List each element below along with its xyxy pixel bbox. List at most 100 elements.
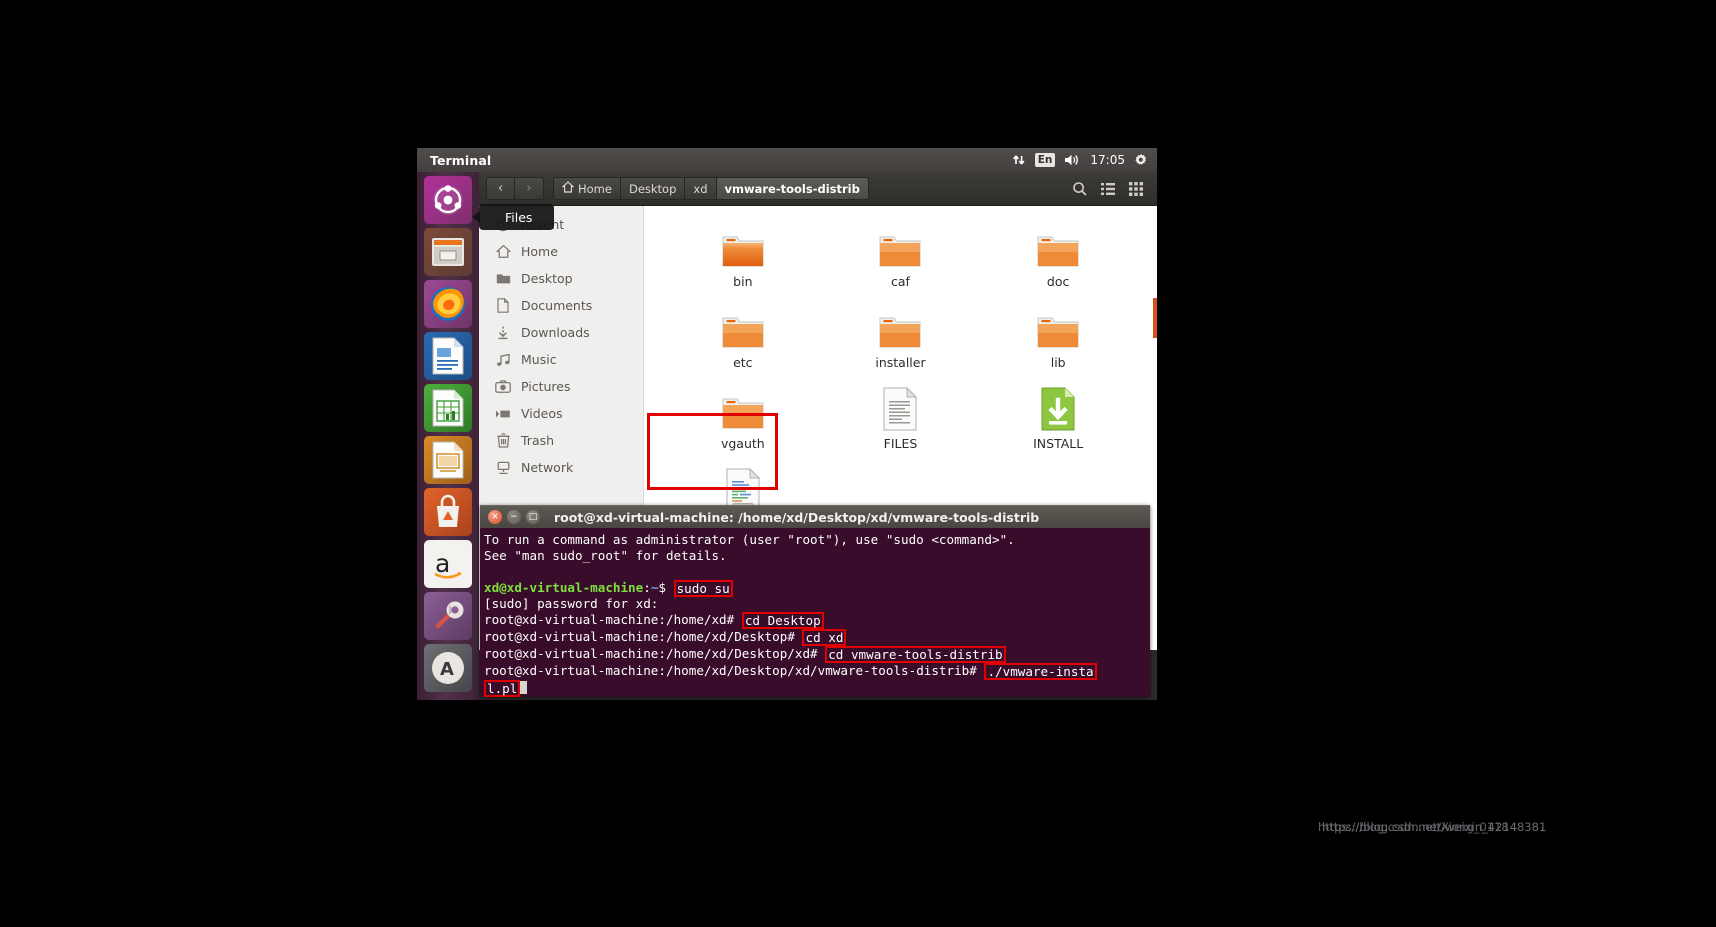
terminal-output[interactable]: To run a command as administrator (user … bbox=[480, 528, 1150, 697]
launcher-item-amazon-appstore[interactable]: A bbox=[424, 644, 472, 692]
launcher-item-files[interactable] bbox=[424, 228, 472, 276]
sidebar-item-music[interactable]: Music bbox=[479, 346, 643, 373]
terminal-line: root@xd-virtual-machine:/home/xd# cd Des… bbox=[483, 611, 1150, 628]
libreoffice-writer-icon bbox=[430, 336, 466, 376]
file-item-label: caf bbox=[891, 274, 910, 289]
file-item-doc[interactable]: doc bbox=[979, 220, 1137, 289]
terminal-prompt-sep: : bbox=[658, 663, 666, 678]
home-icon bbox=[495, 244, 511, 260]
sidebar-item-desktop[interactable]: Desktop bbox=[479, 265, 643, 292]
volume-speaker-icon[interactable] bbox=[1064, 153, 1081, 167]
keyboard-layout-indicator[interactable]: En bbox=[1035, 153, 1056, 167]
launcher-item-libreoffice-writer[interactable] bbox=[424, 332, 472, 380]
file-item-lib[interactable]: lib bbox=[979, 301, 1137, 370]
close-button[interactable]: × bbox=[488, 510, 502, 524]
folder-icon bbox=[720, 301, 766, 351]
sidebar-item-network[interactable]: Network bbox=[479, 454, 643, 481]
folder-icon bbox=[1035, 301, 1081, 351]
breadcrumb-xd[interactable]: xd bbox=[685, 177, 716, 200]
sidebar-item-trash[interactable]: Trash bbox=[479, 427, 643, 454]
sidebar-item-label: Home bbox=[521, 244, 558, 259]
file-item-label: INSTALL bbox=[1033, 436, 1083, 451]
launcher-item-libreoffice-impress[interactable] bbox=[424, 436, 472, 484]
terminal-line: l.pl bbox=[483, 679, 1150, 696]
terminal-prompt-sep: : bbox=[643, 580, 651, 595]
terminal-line: root@xd-virtual-machine:/home/xd/Desktop… bbox=[483, 628, 1150, 645]
terminal-command-highlight: sudo su bbox=[674, 580, 733, 597]
amazon-appstore-icon: A bbox=[429, 649, 467, 687]
launcher-item-system-settings[interactable] bbox=[424, 592, 472, 640]
sidebar-item-home[interactable]: Home bbox=[479, 238, 643, 265]
clock[interactable]: 17:05 bbox=[1090, 153, 1125, 167]
file-item-label: etc bbox=[733, 355, 752, 370]
back-button[interactable]: ‹ bbox=[486, 177, 515, 200]
firefox-icon bbox=[427, 283, 469, 325]
terminal-prompt-user: xd@xd-virtual-machine bbox=[484, 580, 643, 595]
trash-icon bbox=[495, 433, 511, 449]
terminal-prompt-user: root@xd-virtual-machine bbox=[484, 629, 658, 644]
sidebar-item-documents[interactable]: Documents bbox=[479, 292, 643, 319]
sidebar-item-label: Network bbox=[521, 460, 573, 475]
launcher-item-libreoffice-calc[interactable] bbox=[424, 384, 472, 432]
file-item-label: doc bbox=[1047, 274, 1069, 289]
file-item-installer[interactable]: installer bbox=[822, 301, 980, 370]
file-item-caf[interactable]: caf bbox=[822, 220, 980, 289]
system-tray: En 17:05 bbox=[1012, 153, 1157, 168]
sidebar-item-videos[interactable]: Videos bbox=[479, 400, 643, 427]
terminal-window: × − □ root@xd-virtual-machine: /home/xd/… bbox=[480, 505, 1150, 697]
minimize-icon: − bbox=[510, 513, 518, 522]
file-item-bin[interactable]: bin bbox=[664, 220, 822, 289]
gear-icon[interactable] bbox=[1134, 153, 1149, 168]
launcher-item-amazon[interactable]: a bbox=[424, 540, 472, 588]
minimize-button[interactable]: − bbox=[507, 510, 521, 524]
terminal-prompt-symbol: # bbox=[787, 629, 802, 644]
file-manager-toolbar: ‹ › Home Desktop xd vmware-tools-distrib bbox=[479, 172, 1157, 206]
launcher-item-ubuntu-software[interactable] bbox=[424, 488, 472, 536]
unity-launcher: a A bbox=[417, 172, 479, 700]
libreoffice-impress-icon bbox=[430, 440, 466, 480]
breadcrumb-label: vmware-tools-distrib bbox=[725, 182, 860, 196]
amazon-icon: a bbox=[428, 544, 468, 584]
desktop-scroll-indicator[interactable] bbox=[1153, 298, 1157, 338]
terminal-line: [sudo] password for xd: bbox=[483, 596, 1150, 612]
document-icon bbox=[495, 298, 511, 314]
launcher-item-firefox[interactable] bbox=[424, 280, 472, 328]
file-item-label: lib bbox=[1051, 355, 1066, 370]
icon-grid: bin caf bbox=[644, 206, 1157, 532]
terminal-line: To run a command as administrator (user … bbox=[483, 532, 1150, 548]
terminal-prompt-symbol: # bbox=[727, 612, 742, 627]
file-item-etc[interactable]: etc bbox=[664, 301, 822, 370]
sidebar-item-pictures[interactable]: Pictures bbox=[479, 373, 643, 400]
terminal-titlebar[interactable]: × − □ root@xd-virtual-machine: /home/xd/… bbox=[480, 505, 1150, 528]
folder-icon bbox=[495, 271, 511, 287]
terminal-command-highlight: ./vmware-insta bbox=[984, 663, 1096, 680]
grid-view-icon[interactable] bbox=[1128, 181, 1144, 197]
network-updown-arrows-icon[interactable] bbox=[1012, 153, 1026, 167]
svg-text:a: a bbox=[435, 549, 450, 578]
maximize-button[interactable]: □ bbox=[526, 510, 540, 524]
file-item-FILES[interactable]: FILES bbox=[822, 382, 980, 451]
camera-icon bbox=[495, 379, 511, 395]
sidebar-item-label: Desktop bbox=[521, 271, 573, 286]
download-icon bbox=[495, 325, 511, 341]
sidebar-item-label: Trash bbox=[521, 433, 554, 448]
terminal-command-highlight: cd Desktop bbox=[742, 612, 824, 629]
file-item-INSTALL[interactable]: INSTALL bbox=[979, 382, 1137, 451]
list-view-icon[interactable] bbox=[1100, 181, 1116, 197]
screenshot-root: Terminal En bbox=[0, 0, 1716, 927]
terminal-line bbox=[483, 563, 1150, 579]
launcher-item-ubuntu-dash[interactable] bbox=[424, 176, 472, 224]
search-icon[interactable] bbox=[1072, 181, 1088, 197]
breadcrumb-vmware-tools-distrib[interactable]: vmware-tools-distrib bbox=[717, 177, 869, 200]
watermark-line-2: https://blog.csdn.net/weixin_42148381 bbox=[1322, 820, 1546, 834]
sidebar-item-downloads[interactable]: Downloads bbox=[479, 319, 643, 346]
file-item-label: installer bbox=[875, 355, 925, 370]
panel-app-title[interactable]: Terminal bbox=[430, 153, 491, 168]
ubuntu-dash-icon bbox=[430, 182, 466, 218]
forward-button[interactable]: › bbox=[515, 177, 544, 200]
folder-icon bbox=[720, 382, 766, 432]
file-item-vgauth[interactable]: vgauth bbox=[664, 382, 822, 451]
breadcrumb-desktop[interactable]: Desktop bbox=[621, 177, 685, 200]
folder-icon bbox=[877, 220, 923, 270]
breadcrumb-home[interactable]: Home bbox=[553, 177, 621, 200]
